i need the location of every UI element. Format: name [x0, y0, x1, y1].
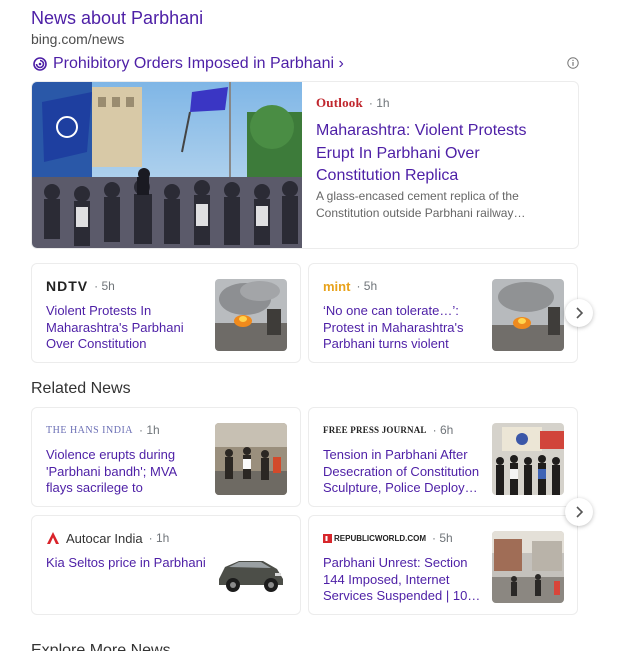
- news-thumbnail[interactable]: [492, 279, 564, 351]
- publisher-name-autocar-india: Autocar India: [66, 530, 143, 546]
- news-header-title[interactable]: News about Parbhani: [31, 8, 203, 29]
- news-time: · 6h: [432, 423, 454, 437]
- chevron-right-icon: [576, 506, 584, 518]
- publisher-logo-republic-world: REPUBLICWORLD.COM: [334, 533, 426, 543]
- news-time: · 5h: [356, 279, 378, 293]
- news-source-url: bing.com/news: [31, 31, 125, 47]
- news-thumbnail[interactable]: [215, 423, 287, 495]
- news-headline[interactable]: ‘No one can tolerate…’: Protest in Mahar…: [323, 303, 483, 353]
- news-time: · 5h: [94, 279, 115, 293]
- chevron-right-icon: [576, 307, 584, 319]
- news-card-republic-world[interactable]: REPUBLICWORLD.COM · 5h Parbhani Unrest: …: [308, 515, 578, 615]
- news-card-mint[interactable]: mint · 5h ‘No one can tolerate…’: Protes…: [308, 263, 578, 363]
- publisher-logo-free-press-journal: FREE PRESS JOURNAL: [323, 425, 427, 435]
- news-thumbnail[interactable]: [215, 279, 287, 351]
- related-news-heading: Related News: [31, 380, 131, 397]
- news-headline[interactable]: Violence erupts during 'Parbhani bandh';…: [46, 447, 206, 497]
- carousel-next-button[interactable]: [565, 299, 593, 327]
- info-icon[interactable]: [567, 57, 579, 69]
- news-time: · 5h: [432, 531, 453, 545]
- news-thumbnail[interactable]: [215, 531, 287, 603]
- topic-row[interactable]: Prohibitory Orders Imposed in Parbhani ›: [31, 55, 579, 75]
- hero-news-image[interactable]: [32, 82, 302, 248]
- publisher-logo-outlook: Outlook: [316, 95, 363, 110]
- republic-world-logo-icon: [323, 533, 332, 543]
- news-thumbnail[interactable]: [492, 531, 564, 603]
- hero-time: · 1h: [368, 96, 390, 110]
- news-headline[interactable]: Kia Seltos price in Parbhani: [46, 555, 206, 605]
- news-thumbnail[interactable]: [492, 423, 564, 495]
- publisher-logo-ndtv: NDTV: [46, 278, 89, 294]
- publisher-logo-hans-india: THE HANS INDIA: [46, 424, 133, 436]
- news-headline[interactable]: Violent Protests In Maharashtra's Parbha…: [46, 303, 206, 353]
- news-card-hans-india[interactable]: THE HANS INDIA · 1h Violence erupts duri…: [31, 407, 301, 507]
- hero-headline[interactable]: Maharashtra: Violent Protests Erupt In P…: [316, 120, 556, 188]
- publisher-logo-mint: mint: [323, 278, 351, 294]
- news-headline[interactable]: Parbhani Unrest: Section 144 Imposed, In…: [323, 555, 483, 605]
- news-card-free-press-journal[interactable]: FREE PRESS JOURNAL · 6h Tension in Parbh…: [308, 407, 578, 507]
- carousel-next-button[interactable]: [565, 498, 593, 526]
- explore-more-news-heading: Explore More News: [31, 642, 171, 651]
- news-headline[interactable]: Tension in Parbhani After Desecration of…: [323, 447, 483, 497]
- autocar-logo-icon: [47, 532, 59, 544]
- hero-news-card[interactable]: Outlook · 1h Maharashtra: Violent Protes…: [31, 81, 579, 249]
- news-time: · 1h: [139, 423, 160, 437]
- news-card-ndtv[interactable]: NDTV · 5h Violent Protests In Maharashtr…: [31, 263, 301, 363]
- news-card-autocar-india[interactable]: Autocar India · 1h Kia Seltos price in P…: [31, 515, 301, 615]
- topic-link[interactable]: Prohibitory Orders Imposed in Parbhani ›: [53, 55, 344, 73]
- topic-swirl-icon: [33, 57, 47, 71]
- hero-snippet: A glass-encased cement replica of the Co…: [316, 189, 526, 220]
- news-time: · 1h: [148, 531, 170, 545]
